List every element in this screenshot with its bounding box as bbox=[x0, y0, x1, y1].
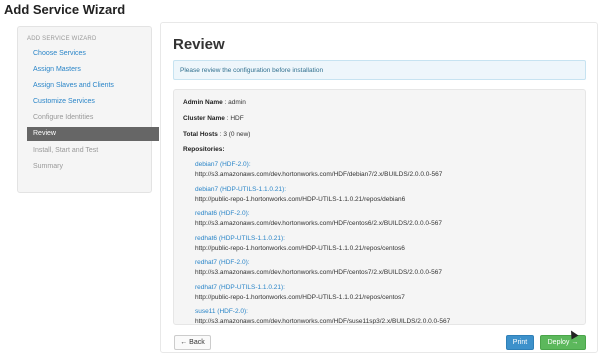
sidebar-item-install-start-and-test: Install, Start and Test bbox=[33, 147, 99, 154]
info-alert: Please review the configuration before i… bbox=[173, 60, 586, 80]
repository-name-link[interactable]: redhat6 (HDP-UTILS-1.1.0.21): bbox=[195, 234, 450, 244]
cluster-name-value: : HDF bbox=[224, 115, 244, 122]
sidebar-item-configure-identities: Configure Identities bbox=[33, 114, 94, 121]
repository-url: http://public-repo-1.hortonworks.com/HDP… bbox=[195, 195, 406, 203]
repository-url: http://s3.amazonaws.com/dev.hortonworks.… bbox=[195, 318, 451, 325]
repository-url: http://s3.amazonaws.com/dev.hortonworks.… bbox=[195, 269, 442, 276]
repository-name-link[interactable]: redhat6 (HDF-2.0): bbox=[195, 209, 450, 219]
sidebar-item-assign-masters[interactable]: Assign Masters bbox=[27, 63, 153, 77]
cluster-name-label: Cluster Name bbox=[183, 115, 225, 122]
deploy-button[interactable]: Deploy → bbox=[540, 335, 586, 350]
repository-name-link[interactable]: debian7 (HDP-UTILS-1.1.0.21): bbox=[195, 185, 450, 195]
sidebar-item-choose-services[interactable]: Choose Services bbox=[27, 47, 153, 61]
review-title: Review bbox=[173, 36, 225, 53]
repositories-label: Repositories: bbox=[183, 146, 225, 153]
total-hosts-value: : 3 (0 new) bbox=[217, 131, 251, 138]
total-hosts-row: Total Hosts : 3 (0 new) bbox=[183, 131, 250, 138]
repository-item: redhat6 (HDF-2.0): http://s3.amazonaws.co… bbox=[195, 209, 450, 234]
repository-item: redhat7 (HDP-UTILS-1.1.0.21): http://publ… bbox=[195, 283, 450, 308]
repository-url: http://public-repo-1.hortonworks.com/HDP… bbox=[195, 293, 405, 301]
repository-name-link[interactable]: debian7 (HDF-2.0): bbox=[195, 160, 450, 170]
review-panel: Review Please review the configuration b… bbox=[160, 22, 598, 353]
review-summary[interactable]: Admin Name : admin Cluster Name : HDF To… bbox=[173, 89, 586, 325]
admin-name-row: Admin Name : admin bbox=[183, 99, 246, 106]
sidebar-header: ADD SERVICE WIZARD bbox=[27, 36, 97, 42]
back-button[interactable]: ← Back bbox=[174, 335, 211, 350]
repository-item: debian7 (HDF-2.0): http://s3.amazonaws.co… bbox=[195, 160, 450, 185]
repository-url: http://s3.amazonaws.com/dev.hortonworks.… bbox=[195, 220, 442, 227]
repository-item: redhat7 (HDF-2.0): http://s3.amazonaws.co… bbox=[195, 258, 450, 283]
sidebar-item-assign-slaves-and-clients[interactable]: Assign Slaves and Clients bbox=[27, 79, 153, 93]
sidebar-item-customize-services[interactable]: Customize Services bbox=[27, 95, 153, 109]
cluster-name-row: Cluster Name : HDF bbox=[183, 115, 244, 122]
print-button[interactable]: Print bbox=[506, 335, 534, 350]
repository-name-link[interactable]: redhat7 (HDF-2.0): bbox=[195, 258, 450, 268]
admin-name-label: Admin Name bbox=[183, 99, 223, 106]
sidebar-item-review: Review bbox=[27, 127, 159, 141]
admin-name-value: : admin bbox=[222, 99, 246, 106]
repository-url: http://public-repo-1.hortonworks.com/HDP… bbox=[195, 244, 405, 252]
sidebar-item-summary: Summary bbox=[33, 163, 63, 170]
wizard-sidebar: ADD SERVICE WIZARD Choose Services Assign… bbox=[17, 26, 159, 193]
total-hosts-label: Total Hosts bbox=[183, 131, 218, 138]
repository-item: debian7 (HDP-UTILS-1.1.0.21): http://publ… bbox=[195, 185, 450, 210]
repository-item: redhat6 (HDP-UTILS-1.1.0.21): http://publ… bbox=[195, 234, 450, 259]
repository-list: debian7 (HDF-2.0): http://s3.amazonaws.co… bbox=[195, 160, 451, 325]
page-title: Add Service Wizard bbox=[4, 2, 126, 17]
repository-name-link[interactable]: suse11 (HDF-2.0): bbox=[195, 307, 450, 317]
repository-url: http://s3.amazonaws.com/dev.hortonworks.… bbox=[195, 171, 443, 178]
repository-item: suse11 (HDF-2.0): http://s3.amazonaws.com… bbox=[195, 307, 451, 325]
repository-name-link[interactable]: redhat7 (HDP-UTILS-1.1.0.21): bbox=[195, 283, 450, 293]
